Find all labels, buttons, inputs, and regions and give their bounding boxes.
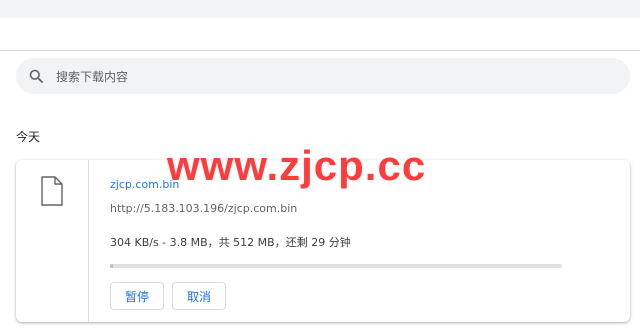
search-input[interactable]: 搜索下载内容 [56, 68, 128, 85]
pause-button[interactable]: 暂停 [110, 282, 164, 310]
section-title-today: 今天 [16, 130, 41, 144]
download-url: http://5.183.103.196/zjcp.com.bin [110, 202, 298, 215]
watermark: www.zjcp.cc [167, 142, 427, 189]
header-divider [0, 50, 640, 51]
file-icon-column [16, 160, 89, 322]
top-toolbar [0, 0, 640, 18]
download-status: 304 KB/s - 3.8 MB，共 512 MB，还剩 29 分钟 [110, 236, 351, 249]
cancel-button[interactable]: 取消 [172, 282, 226, 310]
download-progress-fill [110, 264, 114, 268]
search-bar[interactable]: 搜索下载内容 [16, 58, 630, 94]
download-progress-bar [110, 264, 562, 268]
file-icon [41, 176, 63, 206]
search-icon [28, 68, 44, 84]
